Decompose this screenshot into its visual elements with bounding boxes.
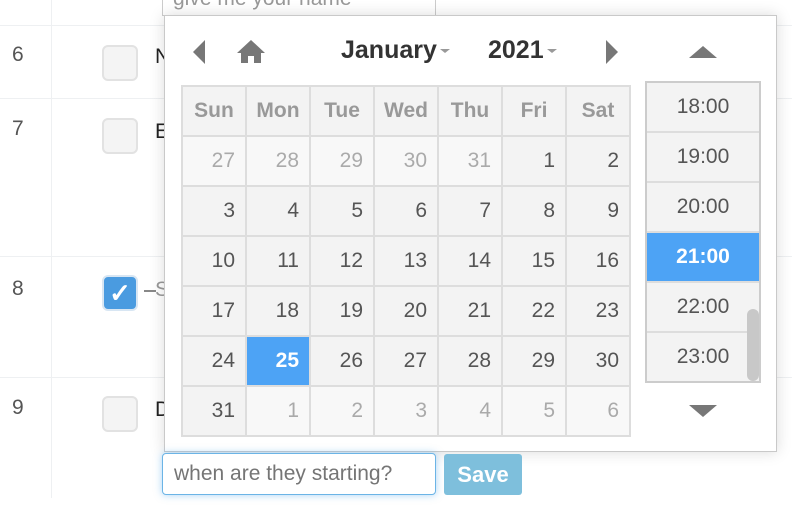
weekday-header: Thu (437, 85, 503, 137)
save-button[interactable]: Save (444, 454, 522, 495)
calendar-day[interactable]: 18 (245, 285, 311, 337)
row-number: 9 (12, 396, 24, 419)
caret-down-icon (439, 49, 450, 54)
calendar-day[interactable]: 20 (373, 285, 439, 337)
weekday-header: Fri (501, 85, 567, 137)
calendar-day[interactable]: 4 (245, 185, 311, 237)
row-number: 6 (12, 43, 24, 66)
calendar-day-other-month[interactable]: 2 (309, 385, 375, 437)
calendar-day[interactable]: 12 (309, 235, 375, 287)
calendar-day[interactable]: 14 (437, 235, 503, 287)
row-number: 7 (12, 117, 24, 140)
calendar-week-row: 17 18 19 20 21 22 23 (181, 285, 631, 337)
weekday-header: Sat (565, 85, 631, 137)
calendar-day[interactable]: 9 (565, 185, 631, 237)
month-dropdown[interactable]: January (341, 36, 450, 65)
calendar-day-other-month[interactable]: 6 (565, 385, 631, 437)
calendar-day-other-month[interactable]: 1 (245, 385, 311, 437)
weekday-header: Tue (309, 85, 375, 137)
calendar-day[interactable]: 10 (181, 235, 247, 287)
calendar-day[interactable]: 15 (501, 235, 567, 287)
calendar-day[interactable]: 11 (245, 235, 311, 287)
calendar-day[interactable]: 17 (181, 285, 247, 337)
previous-month-icon[interactable] (193, 40, 205, 64)
time-option[interactable]: 23:00 (647, 333, 759, 381)
calendar-day[interactable]: 28 (437, 335, 503, 387)
calendar-grid: Sun Mon Tue Wed Thu Fri Sat 27 28 29 30 31 1 2 3 4 5 6 7 8… (181, 85, 631, 437)
calendar-day[interactable]: 29 (501, 335, 567, 387)
time-scroll-down-icon[interactable] (689, 405, 717, 417)
calendar-day[interactable]: 31 (181, 385, 247, 437)
calendar-day[interactable]: 24 (181, 335, 247, 387)
calendar-week-row: 31 1 2 3 4 5 6 (181, 385, 631, 437)
year-dropdown[interactable]: 2021 (488, 36, 557, 65)
row-checkbox[interactable] (102, 396, 138, 432)
column-divider (51, 0, 52, 498)
calendar-day[interactable]: 3 (181, 185, 247, 237)
calendar-body: 27 28 29 30 31 1 2 3 4 5 6 7 8 9 10 11 12 13 14 15 16 17 18 19 2… (181, 135, 631, 437)
time-option[interactable]: 19:00 (647, 133, 759, 183)
row-checkbox[interactable] (102, 118, 138, 154)
calendar-week-row: 10 11 12 13 14 15 16 (181, 235, 631, 287)
calendar-day[interactable]: 8 (501, 185, 567, 237)
start-date-input[interactable] (162, 453, 436, 495)
calendar-day[interactable]: 19 (309, 285, 375, 337)
calendar-day-selected[interactable]: 25 (245, 335, 311, 387)
row-checkbox-checked[interactable]: ✓ (102, 275, 138, 311)
calendar-day-other-month[interactable]: 28 (245, 135, 311, 187)
calendar-day[interactable]: 1 (501, 135, 567, 187)
calendar-day[interactable]: 13 (373, 235, 439, 287)
calendar-day[interactable]: 27 (373, 335, 439, 387)
caret-down-icon (546, 49, 557, 54)
year-label: 2021 (488, 36, 544, 64)
calendar-day[interactable]: 26 (309, 335, 375, 387)
next-month-icon[interactable] (606, 40, 618, 64)
time-list-scrollbar[interactable] (747, 309, 759, 381)
calendar-day[interactable]: 5 (309, 185, 375, 237)
calendar-day[interactable]: 2 (565, 135, 631, 187)
calendar-day[interactable]: 30 (565, 335, 631, 387)
row-checkbox[interactable] (102, 45, 138, 81)
calendar-day-other-month[interactable]: 31 (437, 135, 503, 187)
weekday-header: Wed (373, 85, 439, 137)
time-scroll-up-icon[interactable] (689, 46, 717, 58)
time-option-selected[interactable]: 21:00 (647, 233, 759, 283)
calendar-day-other-month[interactable]: 30 (373, 135, 439, 187)
todo-table-page: 6 N 7 E 8 ✓ S 9 D give me your name Janu… (0, 0, 792, 516)
calendar-day-other-month[interactable]: 3 (373, 385, 439, 437)
weekday-header-row: Sun Mon Tue Wed Thu Fri Sat (181, 85, 631, 137)
row-number: 8 (12, 277, 24, 300)
weekday-header: Sun (181, 85, 247, 137)
name-input[interactable]: give me your name (162, 0, 436, 16)
home-icon[interactable] (235, 38, 267, 64)
time-option[interactable]: 18:00 (647, 83, 759, 133)
datetime-picker-popup: January 2021 Sun Mon Tue Wed Thu Fri Sat 27 28 2… (164, 15, 777, 452)
calendar-day-other-month[interactable]: 4 (437, 385, 503, 437)
calendar-week-row: 24 25 26 27 28 29 30 (181, 335, 631, 387)
calendar-day-other-month[interactable]: 27 (181, 135, 247, 187)
time-option[interactable]: 22:00 (647, 283, 759, 333)
month-label: January (341, 36, 437, 64)
weekday-header: Mon (245, 85, 311, 137)
calendar-week-row: 3456789 (181, 185, 631, 237)
calendar-day[interactable]: 22 (501, 285, 567, 337)
calendar-week-row: 27 28 29 30 31 1 2 (181, 135, 631, 187)
calendar-day[interactable]: 21 (437, 285, 503, 337)
time-list[interactable]: 18:00 19:00 20:00 21:00 22:00 23:00 (645, 81, 761, 383)
calendar-day-other-month[interactable]: 5 (501, 385, 567, 437)
calendar-day-other-month[interactable]: 29 (309, 135, 375, 187)
calendar-day[interactable]: 6 (373, 185, 439, 237)
calendar-day[interactable]: 23 (565, 285, 631, 337)
time-option[interactable]: 20:00 (647, 183, 759, 233)
checkmark-icon: ✓ (109, 278, 131, 308)
calendar-day[interactable]: 16 (565, 235, 631, 287)
calendar-day[interactable]: 7 (437, 185, 503, 237)
